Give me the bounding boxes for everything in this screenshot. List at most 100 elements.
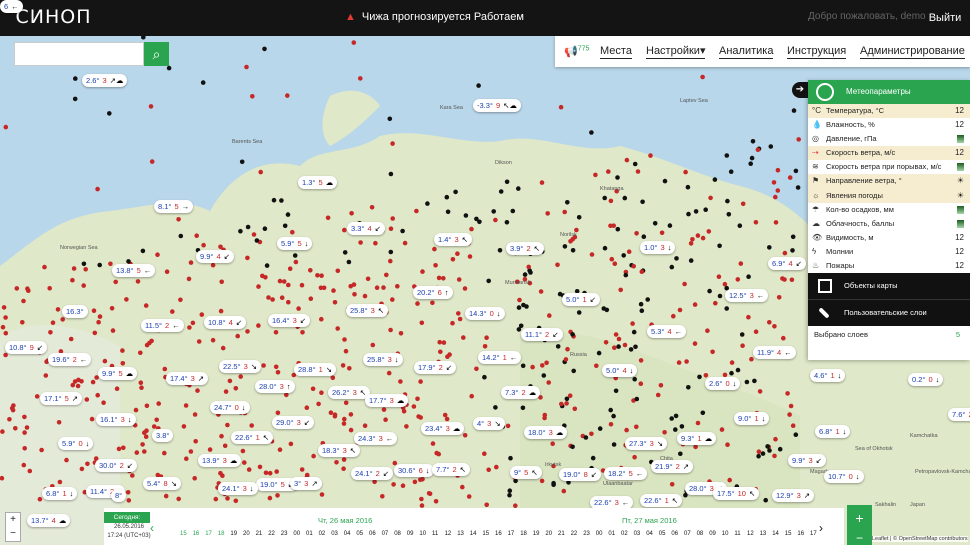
weather-marker[interactable]: 7.7° 2 ↖ [432, 463, 470, 476]
weather-station-dot[interactable] [790, 234, 796, 240]
weather-station-dot[interactable] [669, 264, 675, 270]
timeline-hour[interactable]: 23 [583, 531, 590, 537]
weather-station-dot[interactable] [415, 396, 420, 402]
layer-row[interactable]: ♨ Пожары 12 [808, 259, 970, 273]
weather-station-dot[interactable] [346, 259, 352, 265]
weather-station-dot[interactable] [608, 198, 614, 204]
weather-station-dot[interactable] [695, 420, 701, 426]
weather-station-dot[interactable] [493, 405, 498, 410]
weather-station-dot[interactable] [154, 417, 159, 423]
weather-station-dot[interactable] [142, 430, 147, 436]
weather-station-dot[interactable] [632, 376, 637, 382]
weather-station-dot[interactable] [708, 195, 713, 201]
weather-station-dot[interactable] [279, 198, 284, 203]
weather-marker[interactable]: 9.9° 4 ↙ [196, 250, 234, 263]
weather-marker[interactable]: 3.3° 4 ↙ [347, 222, 385, 235]
weather-station-dot[interactable] [341, 421, 347, 426]
timeline-hour[interactable]: 01 [306, 531, 313, 537]
weather-station-dot[interactable] [633, 344, 638, 350]
weather-station-dot[interactable] [551, 480, 556, 486]
weather-station-dot[interactable] [138, 350, 143, 356]
weather-station-dot[interactable] [688, 241, 694, 246]
weather-marker[interactable]: 8.1° 5 → [154, 200, 194, 213]
map-attribution[interactable]: Leaflet | © OpenStreetMap contributors [872, 536, 968, 542]
weather-station-dot[interactable] [453, 189, 458, 195]
weather-station-dot[interactable] [565, 346, 570, 352]
weather-station-dot[interactable] [187, 325, 192, 330]
weather-marker[interactable]: 5.4° 8 ↘ [143, 477, 181, 490]
weather-station-dot[interactable] [256, 323, 261, 328]
weather-station-dot[interactable] [155, 252, 160, 257]
weather-station-dot[interactable] [73, 76, 78, 81]
weather-station-dot[interactable] [116, 446, 122, 452]
weather-station-dot[interactable] [612, 261, 618, 266]
weather-station-dot[interactable] [482, 374, 487, 380]
weather-station-dot[interactable] [467, 254, 473, 259]
weather-marker[interactable]: 7.6°2↙ [948, 408, 970, 421]
weather-station-dot[interactable] [186, 276, 192, 282]
weather-station-dot[interactable] [474, 366, 479, 372]
weather-station-dot[interactable] [507, 488, 513, 494]
layer-row[interactable]: 💧 Влажность, % 12 [808, 118, 970, 132]
weather-station-dot[interactable] [430, 300, 435, 306]
weather-station-dot[interactable] [70, 277, 75, 283]
weather-station-dot[interactable] [776, 295, 782, 300]
weather-station-dot[interactable] [612, 345, 617, 351]
weather-station-dot[interactable] [300, 330, 305, 335]
weather-station-dot[interactable] [685, 184, 691, 190]
weather-station-dot[interactable] [7, 417, 12, 422]
weather-station-dot[interactable] [562, 209, 567, 215]
weather-marker[interactable]: 19.6° 2 ← [48, 353, 92, 366]
weather-station-dot[interactable] [207, 447, 213, 452]
weather-station-dot[interactable] [388, 258, 393, 264]
weather-station-dot[interactable] [1, 305, 7, 310]
weather-station-dot[interactable] [166, 65, 172, 71]
layer-row[interactable]: ⚑ Направление ветра, ° ☀ [808, 174, 970, 189]
weather-station-dot[interactable] [388, 226, 394, 231]
weather-station-dot[interactable] [570, 444, 575, 450]
timeline-hour[interactable]: 12 [445, 531, 452, 537]
weather-station-dot[interactable] [493, 217, 498, 223]
weather-station-dot[interactable] [227, 378, 233, 384]
weather-station-dot[interactable] [559, 401, 564, 407]
weather-marker[interactable]: 10.7° 0 ↓ [824, 470, 864, 483]
weather-station-dot[interactable] [750, 139, 756, 144]
timeline-hour[interactable]: 06 [369, 531, 376, 537]
layer-row[interactable]: ☂ Кол-во осадков, мм [808, 203, 970, 217]
weather-station-dot[interactable] [3, 330, 9, 336]
weather-station-dot[interactable] [292, 253, 298, 258]
weather-station-dot[interactable] [634, 396, 640, 402]
weather-station-dot[interactable] [370, 342, 376, 348]
weather-station-dot[interactable] [288, 441, 294, 447]
alert-banner[interactable]: ▲ Чижа прогнозируется Работаем [345, 11, 524, 23]
weather-station-dot[interactable] [398, 331, 404, 336]
weather-station-dot[interactable] [381, 285, 386, 290]
menu-item-places[interactable]: Места [600, 45, 632, 59]
weather-station-dot[interactable] [659, 230, 665, 236]
weather-station-dot[interactable] [700, 74, 705, 80]
weather-station-dot[interactable] [450, 320, 455, 326]
weather-station-dot[interactable] [570, 248, 576, 253]
weather-station-dot[interactable] [400, 483, 406, 489]
weather-station-dot[interactable] [388, 249, 394, 255]
weather-station-dot[interactable] [521, 302, 526, 308]
weather-station-dot[interactable] [308, 268, 313, 273]
weather-station-dot[interactable] [147, 340, 152, 346]
weather-station-dot[interactable] [348, 427, 354, 433]
weather-station-dot[interactable] [245, 329, 250, 334]
weather-station-dot[interactable] [388, 171, 394, 177]
weather-station-dot[interactable] [545, 211, 550, 216]
weather-station-dot[interactable] [669, 482, 675, 487]
weather-station-dot[interactable] [304, 405, 310, 411]
weather-station-dot[interactable] [707, 288, 712, 294]
weather-station-dot[interactable] [447, 352, 452, 357]
weather-marker[interactable]: -3.3° 9 ↖☁ [473, 99, 521, 112]
weather-station-dot[interactable] [319, 492, 325, 497]
weather-station-dot[interactable] [603, 340, 609, 345]
weather-marker[interactable]: 30.0° 2 ↙ [95, 459, 138, 472]
notification-bell[interactable]: 📢775 [564, 45, 589, 58]
weather-station-dot[interactable] [369, 205, 375, 210]
weather-station-dot[interactable] [418, 379, 423, 384]
user-layers-button[interactable]: Пользовательские слои [808, 299, 970, 327]
weather-station-dot[interactable] [242, 460, 247, 465]
